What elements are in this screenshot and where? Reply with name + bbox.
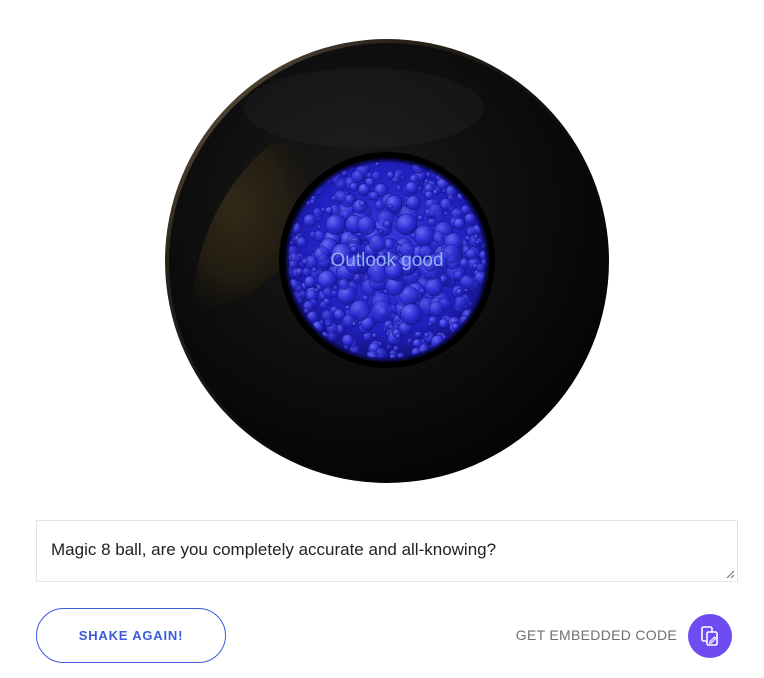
ball-graphic [165,39,609,483]
magic-8-ball[interactable]: Outlook good [164,38,610,484]
question-input[interactable]: Magic 8 ball, are you completely accurat… [37,521,737,581]
question-field-wrapper: Magic 8 ball, are you completely accurat… [36,520,738,582]
shake-again-label: SHAKE AGAIN! [78,628,184,643]
shake-again-button[interactable]: SHAKE AGAIN! [36,608,226,663]
resize-handle-icon[interactable] [726,570,735,579]
get-embedded-code-link[interactable]: GET EMBEDDED CODE [516,627,677,643]
magic-8-ball-page: Outlook good Magic 8 ball, are you compl… [0,0,764,678]
embed-label: GET EMBEDDED CODE [515,627,677,643]
copy-code-icon [701,626,718,646]
get-embedded-code-button[interactable] [688,614,732,658]
